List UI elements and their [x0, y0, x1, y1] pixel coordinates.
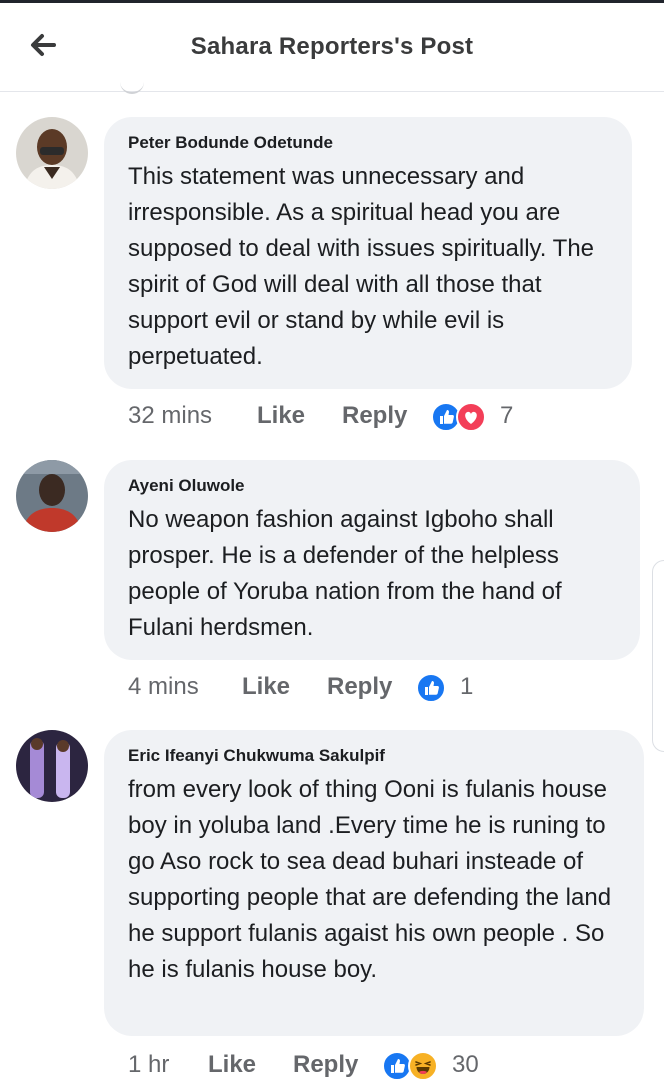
- post-header: Sahara Reporters's Post: [0, 0, 664, 92]
- love-icon[interactable]: [456, 402, 486, 432]
- like-icon[interactable]: [416, 673, 446, 703]
- comment-actions: 32 mins Like Reply 7: [128, 402, 548, 436]
- like-button[interactable]: Like: [242, 673, 290, 701]
- reaction-count[interactable]: 7: [500, 402, 513, 430]
- previous-comments-divider: [120, 82, 144, 94]
- like-button[interactable]: Like: [257, 402, 305, 430]
- comment-text: This statement was unnecessary and irres…: [128, 163, 595, 370]
- side-panel-edge: [652, 560, 664, 752]
- reply-button[interactable]: Reply: [342, 402, 407, 430]
- comment-actions: 4 mins Like Reply 1: [128, 673, 528, 707]
- reaction-count[interactable]: 1: [460, 673, 473, 701]
- comment-author[interactable]: Peter Bodunde Odetunde: [128, 133, 608, 153]
- avatar-image: [16, 460, 88, 532]
- comment-text: from every look of thing Ooni is fulanis…: [128, 776, 612, 983]
- avatar-image: [16, 117, 88, 189]
- avatar[interactable]: [16, 117, 88, 189]
- reply-button[interactable]: Reply: [327, 673, 392, 701]
- comment-author[interactable]: Eric Ifeanyi Chukwuma Sakulpif: [128, 746, 620, 766]
- comment-time[interactable]: 4 mins: [128, 673, 199, 701]
- comment-bubble: Ayeni Oluwole No weapon fashion against …: [104, 460, 640, 660]
- page-title: Sahara Reporters's Post: [190, 33, 474, 60]
- comment-time[interactable]: 1 hr: [128, 1051, 169, 1079]
- haha-icon[interactable]: [408, 1051, 438, 1081]
- comment-bubble: Peter Bodunde Odetunde This statement wa…: [104, 117, 632, 389]
- avatar-image: [16, 730, 88, 802]
- reaction-count[interactable]: 30: [452, 1051, 479, 1079]
- comment-text: No weapon fashion against Igboho shall p…: [128, 506, 562, 641]
- comment-time[interactable]: 32 mins: [128, 402, 212, 430]
- avatar[interactable]: [16, 460, 88, 532]
- comment-bubble: Eric Ifeanyi Chukwuma Sakulpif from ever…: [104, 730, 644, 1036]
- comment-actions: 1 hr Like Reply 30: [128, 1051, 528, 1085]
- avatar[interactable]: [16, 730, 88, 802]
- comment-author[interactable]: Ayeni Oluwole: [128, 476, 616, 496]
- like-button[interactable]: Like: [208, 1051, 256, 1079]
- reply-button[interactable]: Reply: [293, 1051, 358, 1079]
